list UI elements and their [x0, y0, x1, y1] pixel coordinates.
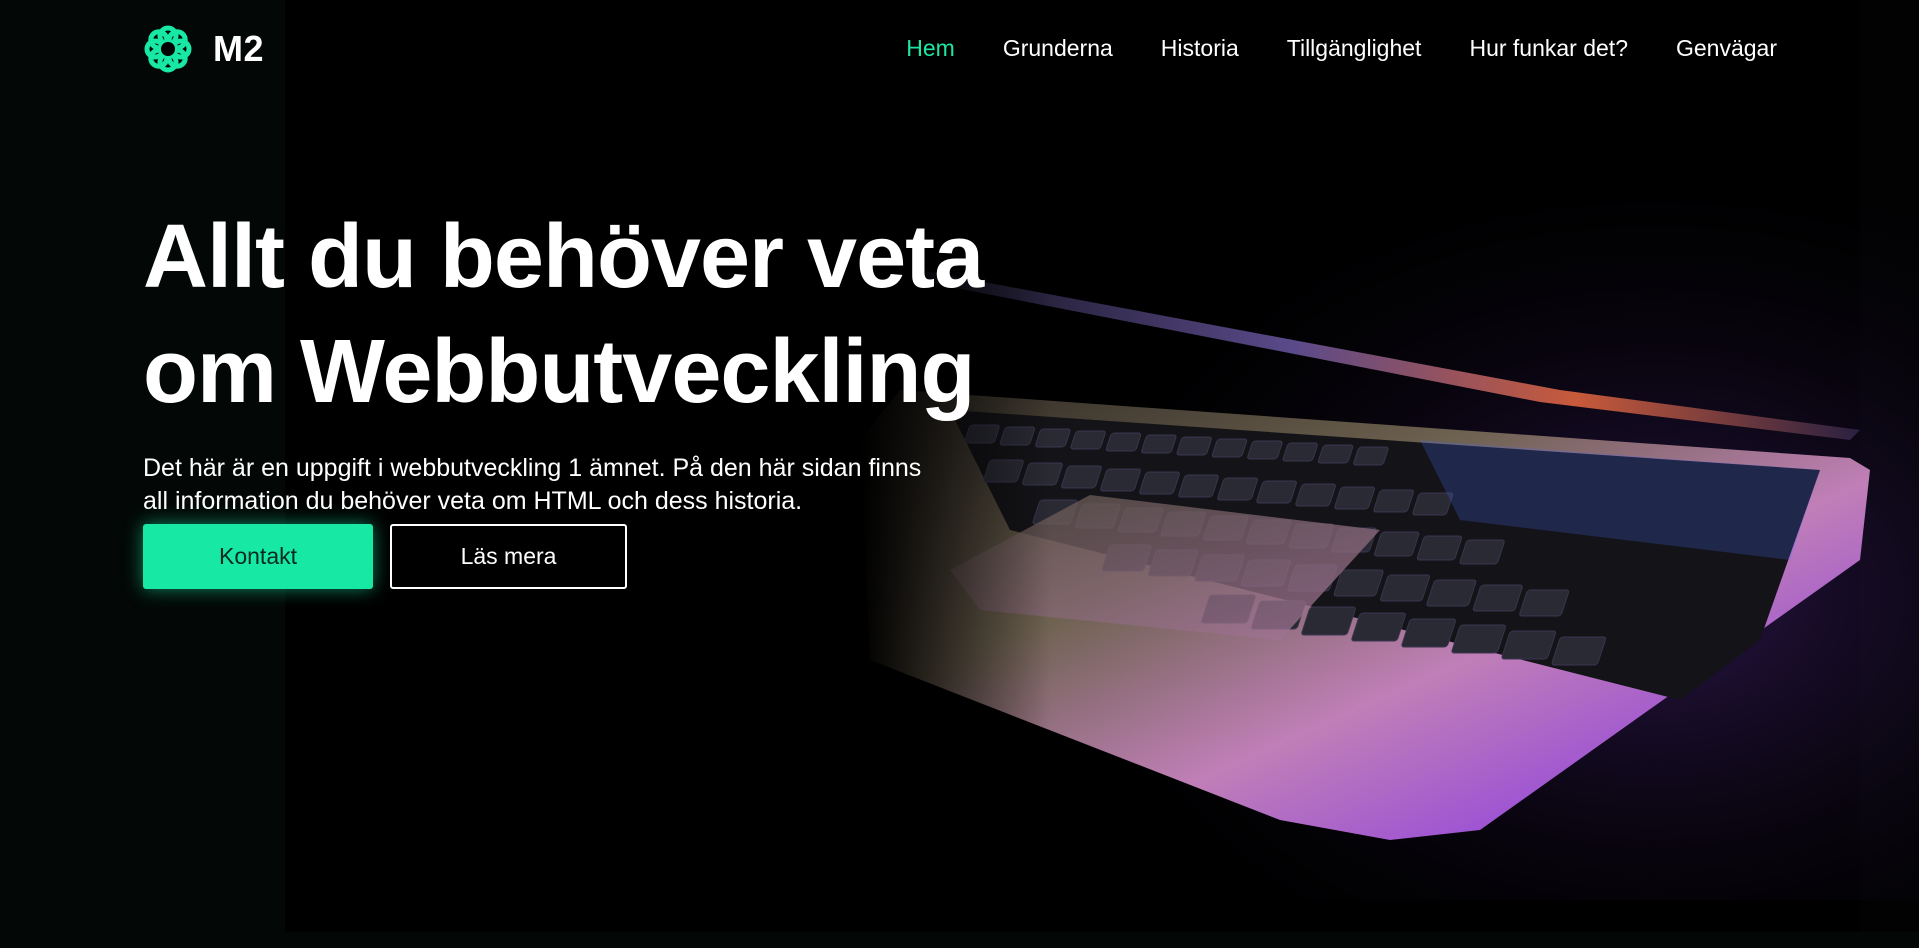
contact-button[interactable]: Kontakt	[143, 524, 373, 589]
hero-title-line-2: om Webbutveckling	[143, 322, 975, 422]
nav-item-tillganglighet[interactable]: Tillgänglighet	[1287, 35, 1422, 62]
hero-section: Allt du behöver veta om Webbutveckling D…	[143, 200, 1043, 518]
logo[interactable]: M2	[143, 24, 264, 74]
nav-item-hur-funkar-det[interactable]: Hur funkar det?	[1469, 35, 1628, 62]
flower-icon	[144, 25, 192, 73]
hero-title-line-1: Allt du behöver veta	[143, 207, 984, 307]
nav-item-historia[interactable]: Historia	[1161, 35, 1239, 62]
site-header: M2 Hem Grunderna Historia Tillgänglighet…	[0, 0, 1919, 100]
main-nav: Hem Grunderna Historia Tillgänglighet Hu…	[906, 35, 1777, 62]
hero-title: Allt du behöver veta om Webbutveckling	[143, 200, 1043, 430]
nav-item-genvagar[interactable]: Genvägar	[1676, 35, 1777, 62]
brand-name: M2	[213, 28, 265, 69]
hero-actions: Kontakt Läs mera	[143, 524, 627, 589]
bottom-background-strip	[0, 932, 1919, 948]
hero-description: Det här är en uppgift i webbutveckling 1…	[143, 452, 963, 518]
nav-item-hem[interactable]: Hem	[906, 35, 955, 62]
page: M2 Hem Grunderna Historia Tillgänglighet…	[0, 0, 1919, 948]
read-more-button[interactable]: Läs mera	[390, 524, 627, 589]
nav-item-grunderna[interactable]: Grunderna	[1003, 35, 1113, 62]
hero-description-line-1: Det här är en uppgift i webbutveckling 1…	[143, 454, 922, 482]
hero-description-line-2: all information du behöver veta om HTML …	[143, 487, 803, 515]
